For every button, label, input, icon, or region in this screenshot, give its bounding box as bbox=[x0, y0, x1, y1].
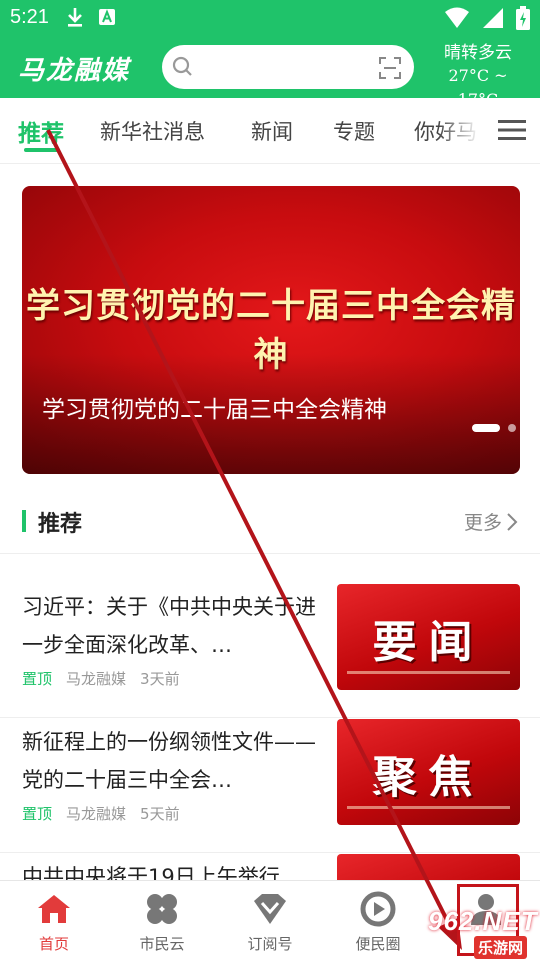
watermark-sub: 乐游网 bbox=[474, 936, 528, 959]
watermark: 962.NET 乐游网 bbox=[398, 906, 540, 960]
annotation-arrow bbox=[46, 129, 462, 950]
watermark-main: 962.NET bbox=[428, 906, 538, 936]
